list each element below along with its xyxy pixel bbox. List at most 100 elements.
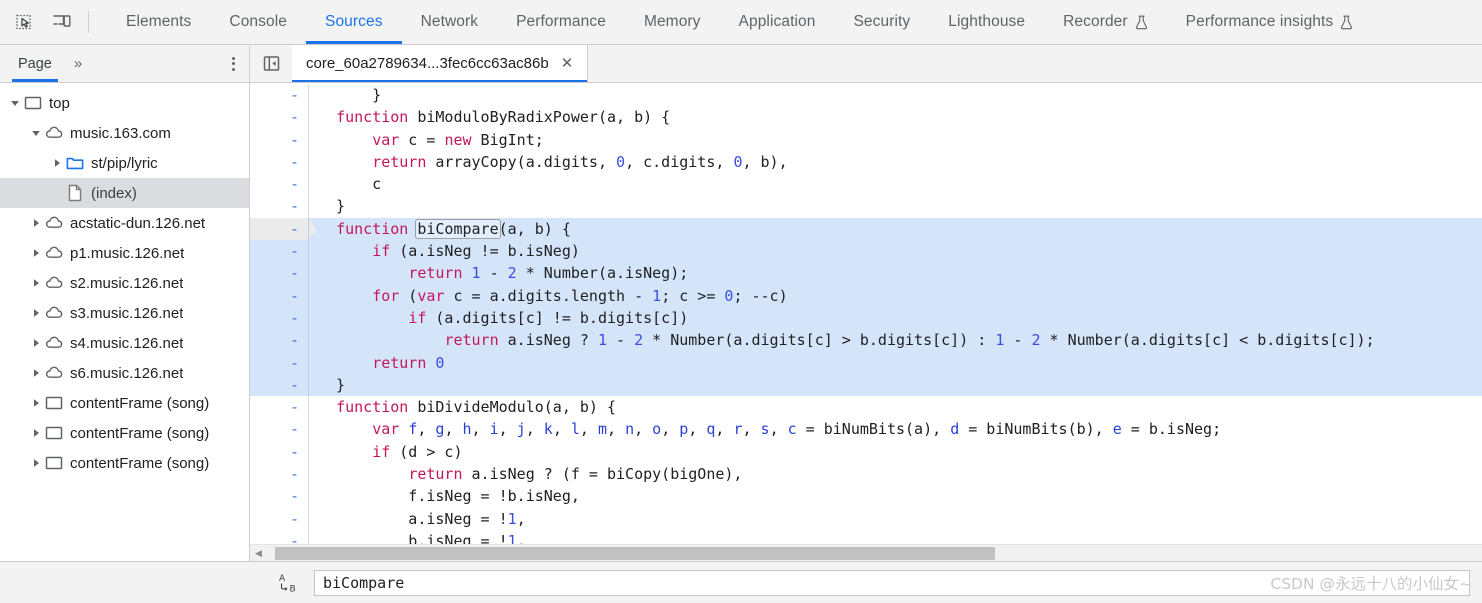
tab-elements[interactable]: Elements bbox=[107, 0, 210, 44]
tab-sources[interactable]: Sources bbox=[306, 0, 402, 44]
line-number-gutter[interactable]: - bbox=[250, 129, 308, 151]
chevron-right-icon[interactable] bbox=[29, 458, 43, 468]
navigator-more-tabs-icon[interactable]: » bbox=[64, 45, 92, 82]
navigator-tab-page[interactable]: Page bbox=[12, 45, 58, 82]
tree-item[interactable]: s6.music.126.net bbox=[0, 358, 249, 388]
code-line[interactable]: - c bbox=[250, 173, 1482, 196]
tree-item[interactable]: p1.music.126.net bbox=[0, 238, 249, 268]
code-line[interactable]: - a.isNeg = !1, bbox=[250, 507, 1482, 530]
tab-memory[interactable]: Memory bbox=[625, 0, 720, 44]
horizontal-scrollbar[interactable]: ◀ bbox=[250, 544, 1482, 561]
device-toolbar-icon[interactable] bbox=[48, 8, 76, 36]
code-token: 2 bbox=[634, 331, 644, 350]
tree-item[interactable]: contentFrame (song) bbox=[0, 448, 249, 478]
scrollbar-thumb[interactable] bbox=[275, 546, 995, 560]
line-number-gutter[interactable]: - bbox=[250, 463, 308, 485]
tab-performance[interactable]: Performance bbox=[497, 0, 625, 44]
code-line[interactable]: - return 0 bbox=[250, 351, 1482, 374]
tab-lighthouse[interactable]: Lighthouse bbox=[929, 0, 1044, 44]
line-number-gutter[interactable]: - bbox=[250, 418, 308, 440]
tree-item[interactable]: (index) bbox=[0, 178, 249, 208]
tree-item[interactable]: s4.music.126.net bbox=[0, 328, 249, 358]
scrollbar-track[interactable] bbox=[267, 545, 1482, 562]
code-line[interactable]: - f.isNeg = !b.isNeg, bbox=[250, 485, 1482, 508]
tab-console[interactable]: Console bbox=[210, 0, 306, 44]
code-line[interactable]: - function biCompare(a, b) { bbox=[250, 217, 1482, 241]
chevron-right-icon[interactable] bbox=[29, 428, 43, 438]
code-line[interactable]: - b.isNeg = !1, bbox=[250, 529, 1482, 544]
line-number-gutter[interactable]: - bbox=[250, 217, 308, 241]
chevron-right-icon[interactable] bbox=[29, 338, 43, 348]
tab-security[interactable]: Security bbox=[834, 0, 929, 44]
rename-input[interactable] bbox=[314, 569, 1470, 596]
code-line[interactable]: - return a.isNeg ? 1 - 2 * Number(a.digi… bbox=[250, 329, 1482, 352]
collapse-sidebar-icon[interactable] bbox=[250, 45, 292, 82]
line-number-gutter[interactable]: - bbox=[250, 329, 308, 351]
editor-file-tab[interactable]: core_60a2789634...3fec6cc63ac86b ✕ bbox=[292, 45, 589, 82]
tree-item[interactable]: top bbox=[0, 88, 249, 118]
code-line[interactable]: - } bbox=[250, 373, 1482, 397]
line-number-gutter[interactable]: - bbox=[250, 195, 308, 217]
line-number-gutter[interactable]: - bbox=[250, 508, 308, 530]
line-number-gutter[interactable]: - bbox=[250, 307, 308, 329]
line-number-gutter[interactable]: - bbox=[250, 106, 308, 128]
inspect-element-icon[interactable] bbox=[10, 8, 38, 36]
code-line[interactable]: - if (a.isNeg != b.isNeg) bbox=[250, 240, 1482, 263]
code-line[interactable]: - if (a.digits[c] != b.digits[c]) bbox=[250, 306, 1482, 330]
code-line[interactable]: - } bbox=[250, 195, 1482, 218]
tree-item[interactable]: music.163.com bbox=[0, 118, 249, 148]
tree-item[interactable]: contentFrame (song) bbox=[0, 418, 249, 448]
line-number-gutter[interactable]: - bbox=[250, 374, 308, 396]
line-number-gutter[interactable]: - bbox=[250, 84, 308, 106]
tab-network[interactable]: Network bbox=[402, 0, 498, 44]
code-editor[interactable]: - } - function biModuloByRadixPower(a, b)… bbox=[250, 83, 1482, 544]
line-number-gutter[interactable]: - bbox=[250, 173, 308, 195]
line-number-gutter[interactable]: - bbox=[250, 352, 308, 374]
tree-item[interactable]: st/pip/lyric bbox=[0, 148, 249, 178]
code-line[interactable]: - var c = new BigInt; bbox=[250, 128, 1482, 151]
navigator-more-options-icon[interactable] bbox=[228, 53, 239, 75]
line-number-gutter[interactable]: - bbox=[250, 530, 308, 544]
line-number-gutter[interactable]: - bbox=[250, 485, 308, 507]
highlighted-token[interactable]: biCompare bbox=[415, 218, 501, 239]
chevron-right-icon[interactable] bbox=[29, 368, 43, 378]
scroll-left-arrow-icon[interactable]: ◀ bbox=[250, 545, 267, 562]
line-number-gutter[interactable]: - bbox=[250, 240, 308, 262]
chevron-right-icon[interactable] bbox=[29, 398, 43, 408]
chevron-right-icon[interactable] bbox=[29, 278, 43, 288]
code-token: } bbox=[318, 86, 382, 104]
code-line[interactable]: - var f, g, h, i, j, k, l, m, n, o, p, q… bbox=[250, 418, 1482, 441]
line-number-gutter[interactable]: - bbox=[250, 262, 308, 284]
line-number-gutter[interactable]: - bbox=[250, 396, 308, 418]
code-line[interactable]: - } bbox=[250, 84, 1482, 107]
tree-item[interactable]: acstatic-dun.126.net bbox=[0, 208, 249, 238]
gutter-divider bbox=[308, 396, 309, 419]
tab-recorder[interactable]: Recorder bbox=[1044, 0, 1167, 44]
tree-item[interactable]: contentFrame (song) bbox=[0, 388, 249, 418]
line-number-gutter[interactable]: - bbox=[250, 151, 308, 173]
tab-application[interactable]: Application bbox=[720, 0, 835, 44]
chevron-down-icon[interactable] bbox=[29, 128, 43, 138]
code-line[interactable]: - if (d > c) bbox=[250, 440, 1482, 464]
tab-performance-insights[interactable]: Performance insights bbox=[1167, 0, 1373, 44]
code-line[interactable]: - function biModuloByRadixPower(a, b) { bbox=[250, 106, 1482, 129]
line-number-gutter[interactable]: - bbox=[250, 441, 308, 463]
code-editor-viewport[interactable]: - } - function biModuloByRadixPower(a, b)… bbox=[250, 83, 1482, 544]
tree-item[interactable]: s2.music.126.net bbox=[0, 268, 249, 298]
code-line[interactable]: - function biDivideModulo(a, b) { bbox=[250, 396, 1482, 419]
close-icon[interactable]: ✕ bbox=[559, 54, 576, 73]
code-line[interactable]: - return a.isNeg ? (f = biCopy(bigOne), bbox=[250, 463, 1482, 486]
chevron-right-icon[interactable] bbox=[50, 158, 64, 168]
chevron-down-icon[interactable] bbox=[8, 98, 22, 108]
code-token: return bbox=[372, 152, 427, 171]
chevron-right-icon[interactable] bbox=[29, 218, 43, 228]
code-line[interactable]: - return 1 - 2 * Number(a.isNeg); bbox=[250, 262, 1482, 285]
chevron-right-icon[interactable] bbox=[29, 248, 43, 258]
line-number-gutter[interactable]: - bbox=[250, 285, 308, 307]
tree-item[interactable]: s3.music.126.net bbox=[0, 298, 249, 328]
tree-item-label: st/pip/lyric bbox=[91, 154, 158, 172]
code-line[interactable]: - return arrayCopy(a.digits, 0, c.digits… bbox=[250, 150, 1482, 174]
chevron-right-icon[interactable] bbox=[29, 308, 43, 318]
code-line[interactable]: - for (var c = a.digits.length - 1; c >=… bbox=[250, 284, 1482, 307]
